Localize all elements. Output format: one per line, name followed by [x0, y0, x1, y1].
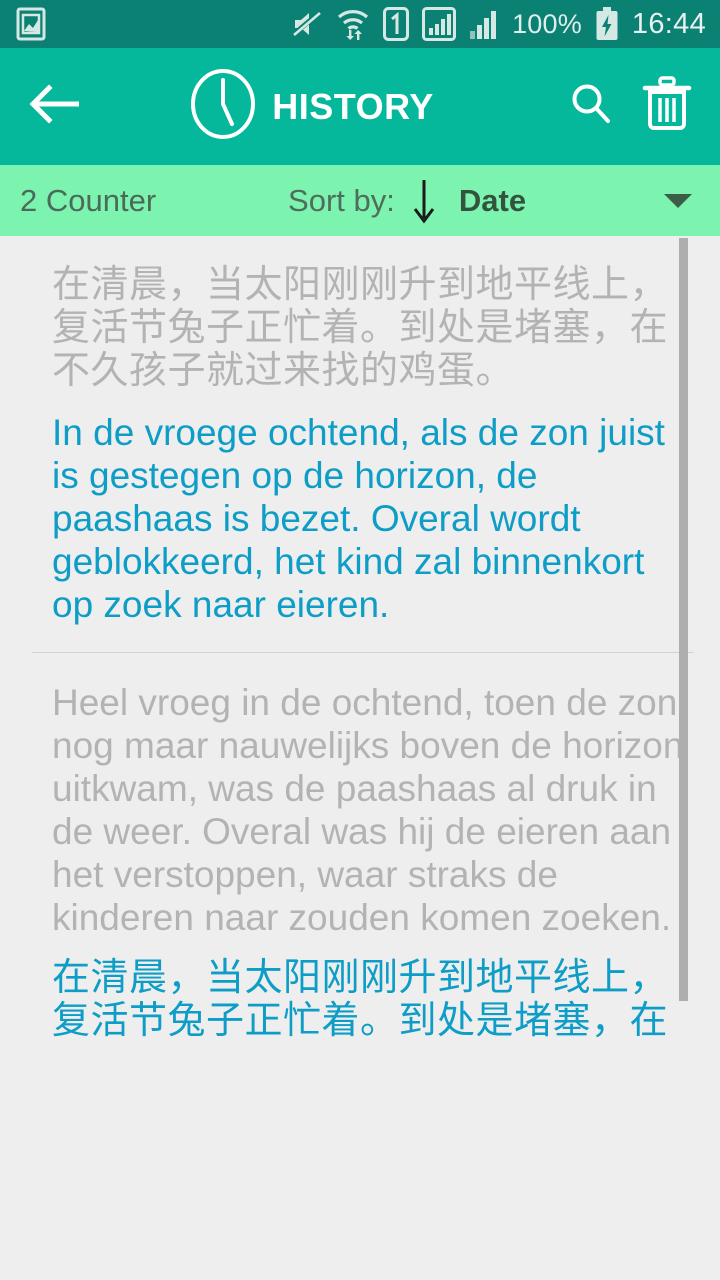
sort-control[interactable]: Sort by: Date: [156, 178, 658, 224]
status-bar: 100% 16:44: [0, 0, 720, 48]
history-item-source-text: Heel vroeg in de ochtend, toen de zon no…: [52, 682, 684, 938]
sort-bar: 2 Counter Sort by: Date: [0, 165, 720, 236]
status-bar-left: [16, 7, 291, 41]
arrow-left-icon: [27, 83, 83, 130]
history-item[interactable]: 在清晨，当太阳刚刚升到地平线上，复活节兔子正忙着。到处是堵塞，在不久孩子就过来找…: [0, 236, 720, 652]
clock-icon: [190, 68, 256, 145]
delete-button[interactable]: [636, 76, 698, 138]
signal-strength-icon: [422, 7, 457, 41]
scrollbar-thumb[interactable]: [679, 238, 688, 1001]
status-clock: 16:44: [631, 7, 706, 40]
battery-percent-label: 100%: [512, 8, 582, 39]
page-title: HISTORY: [272, 85, 434, 127]
history-item[interactable]: Heel vroeg in de ochtend, toen de zon no…: [0, 653, 720, 1069]
search-icon: [567, 80, 615, 133]
history-item-translated-text: In de vroege ochtend, als de zon juist i…: [52, 412, 665, 625]
arrow-down-icon[interactable]: [411, 178, 437, 224]
sort-value-label: Date: [458, 182, 527, 218]
sim1-icon: [383, 7, 410, 41]
signal-strength-2-icon: [469, 7, 499, 41]
app-bar-title-group: HISTORY: [78, 68, 546, 145]
list-bottom-blank: [0, 1072, 720, 1280]
history-item-translated-text: 在清晨，当太阳刚刚升到地平线上，复活节兔子正忙着。到处是堵塞，在: [52, 957, 669, 1042]
wifi-transfer-icon: [336, 8, 370, 40]
counter-label: 2 Counter: [20, 182, 157, 218]
mute-icon: [291, 8, 323, 40]
search-button[interactable]: [560, 76, 622, 138]
history-item-source-text: 在清晨，当太阳刚刚升到地平线上，复活节兔子正忙着。到处是堵塞，在不久孩子就过来找…: [52, 264, 669, 392]
battery-charging-icon: [595, 7, 619, 41]
photo-icon: [16, 7, 46, 41]
trash-icon: [642, 76, 692, 137]
history-list[interactable]: 在清晨，当太阳刚刚升到地平线上，复活节兔子正忙着。到处是堵塞，在不久孩子就过来找…: [0, 236, 720, 1280]
sort-by-label: Sort by:: [288, 182, 395, 218]
app-bar: HISTORY: [0, 48, 720, 165]
caret-down-icon[interactable]: [658, 191, 698, 211]
status-bar-right: 100% 16:44: [291, 7, 706, 41]
